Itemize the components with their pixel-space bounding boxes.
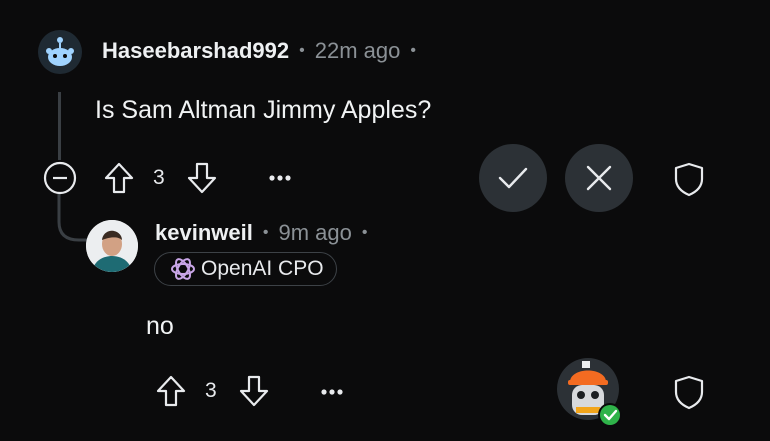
user-flair: OpenAI CPO (154, 252, 337, 286)
comment-body: Is Sam Altman Jimmy Apples? (95, 96, 432, 124)
more-options-icon[interactable] (316, 380, 348, 404)
downvote-icon[interactable] (236, 373, 272, 409)
shield-icon[interactable] (670, 160, 708, 198)
more-options-icon[interactable] (264, 166, 296, 190)
remove-button[interactable] (565, 144, 633, 212)
upvote-icon[interactable] (101, 160, 137, 196)
comment-time: 22m ago (314, 38, 401, 63)
reply-header: kevinweil • 9m ago • (155, 220, 367, 246)
flair-text: OpenAI CPO (201, 257, 324, 280)
collapse-icon[interactable] (42, 160, 78, 196)
comment-header: Haseebarshad992 • 22m ago • (102, 38, 416, 64)
upvote-count: 3 (205, 379, 217, 402)
upvote-icon[interactable] (153, 373, 189, 409)
profile-photo[interactable] (86, 220, 138, 272)
checkmark-icon (498, 167, 528, 189)
thread-line (58, 92, 61, 160)
close-icon (586, 165, 612, 191)
comment-username[interactable]: Haseebarshad992 (102, 38, 289, 64)
dot-separator: • (361, 224, 368, 241)
reply-time: 9m ago (278, 220, 352, 245)
shield-icon[interactable] (670, 373, 708, 411)
downvote-icon[interactable] (184, 160, 220, 196)
approve-button[interactable] (479, 144, 547, 212)
openai-logo-icon (171, 258, 195, 280)
upvote-count: 3 (153, 166, 165, 189)
reply-username[interactable]: kevinweil (155, 220, 253, 246)
snoo-avatar-icon[interactable] (38, 30, 82, 74)
dot-separator: • (410, 42, 416, 59)
reply-body: no (146, 312, 174, 340)
dot-separator: • (299, 42, 305, 59)
approved-mod-avatar[interactable] (556, 355, 626, 429)
dot-separator: • (262, 224, 269, 241)
